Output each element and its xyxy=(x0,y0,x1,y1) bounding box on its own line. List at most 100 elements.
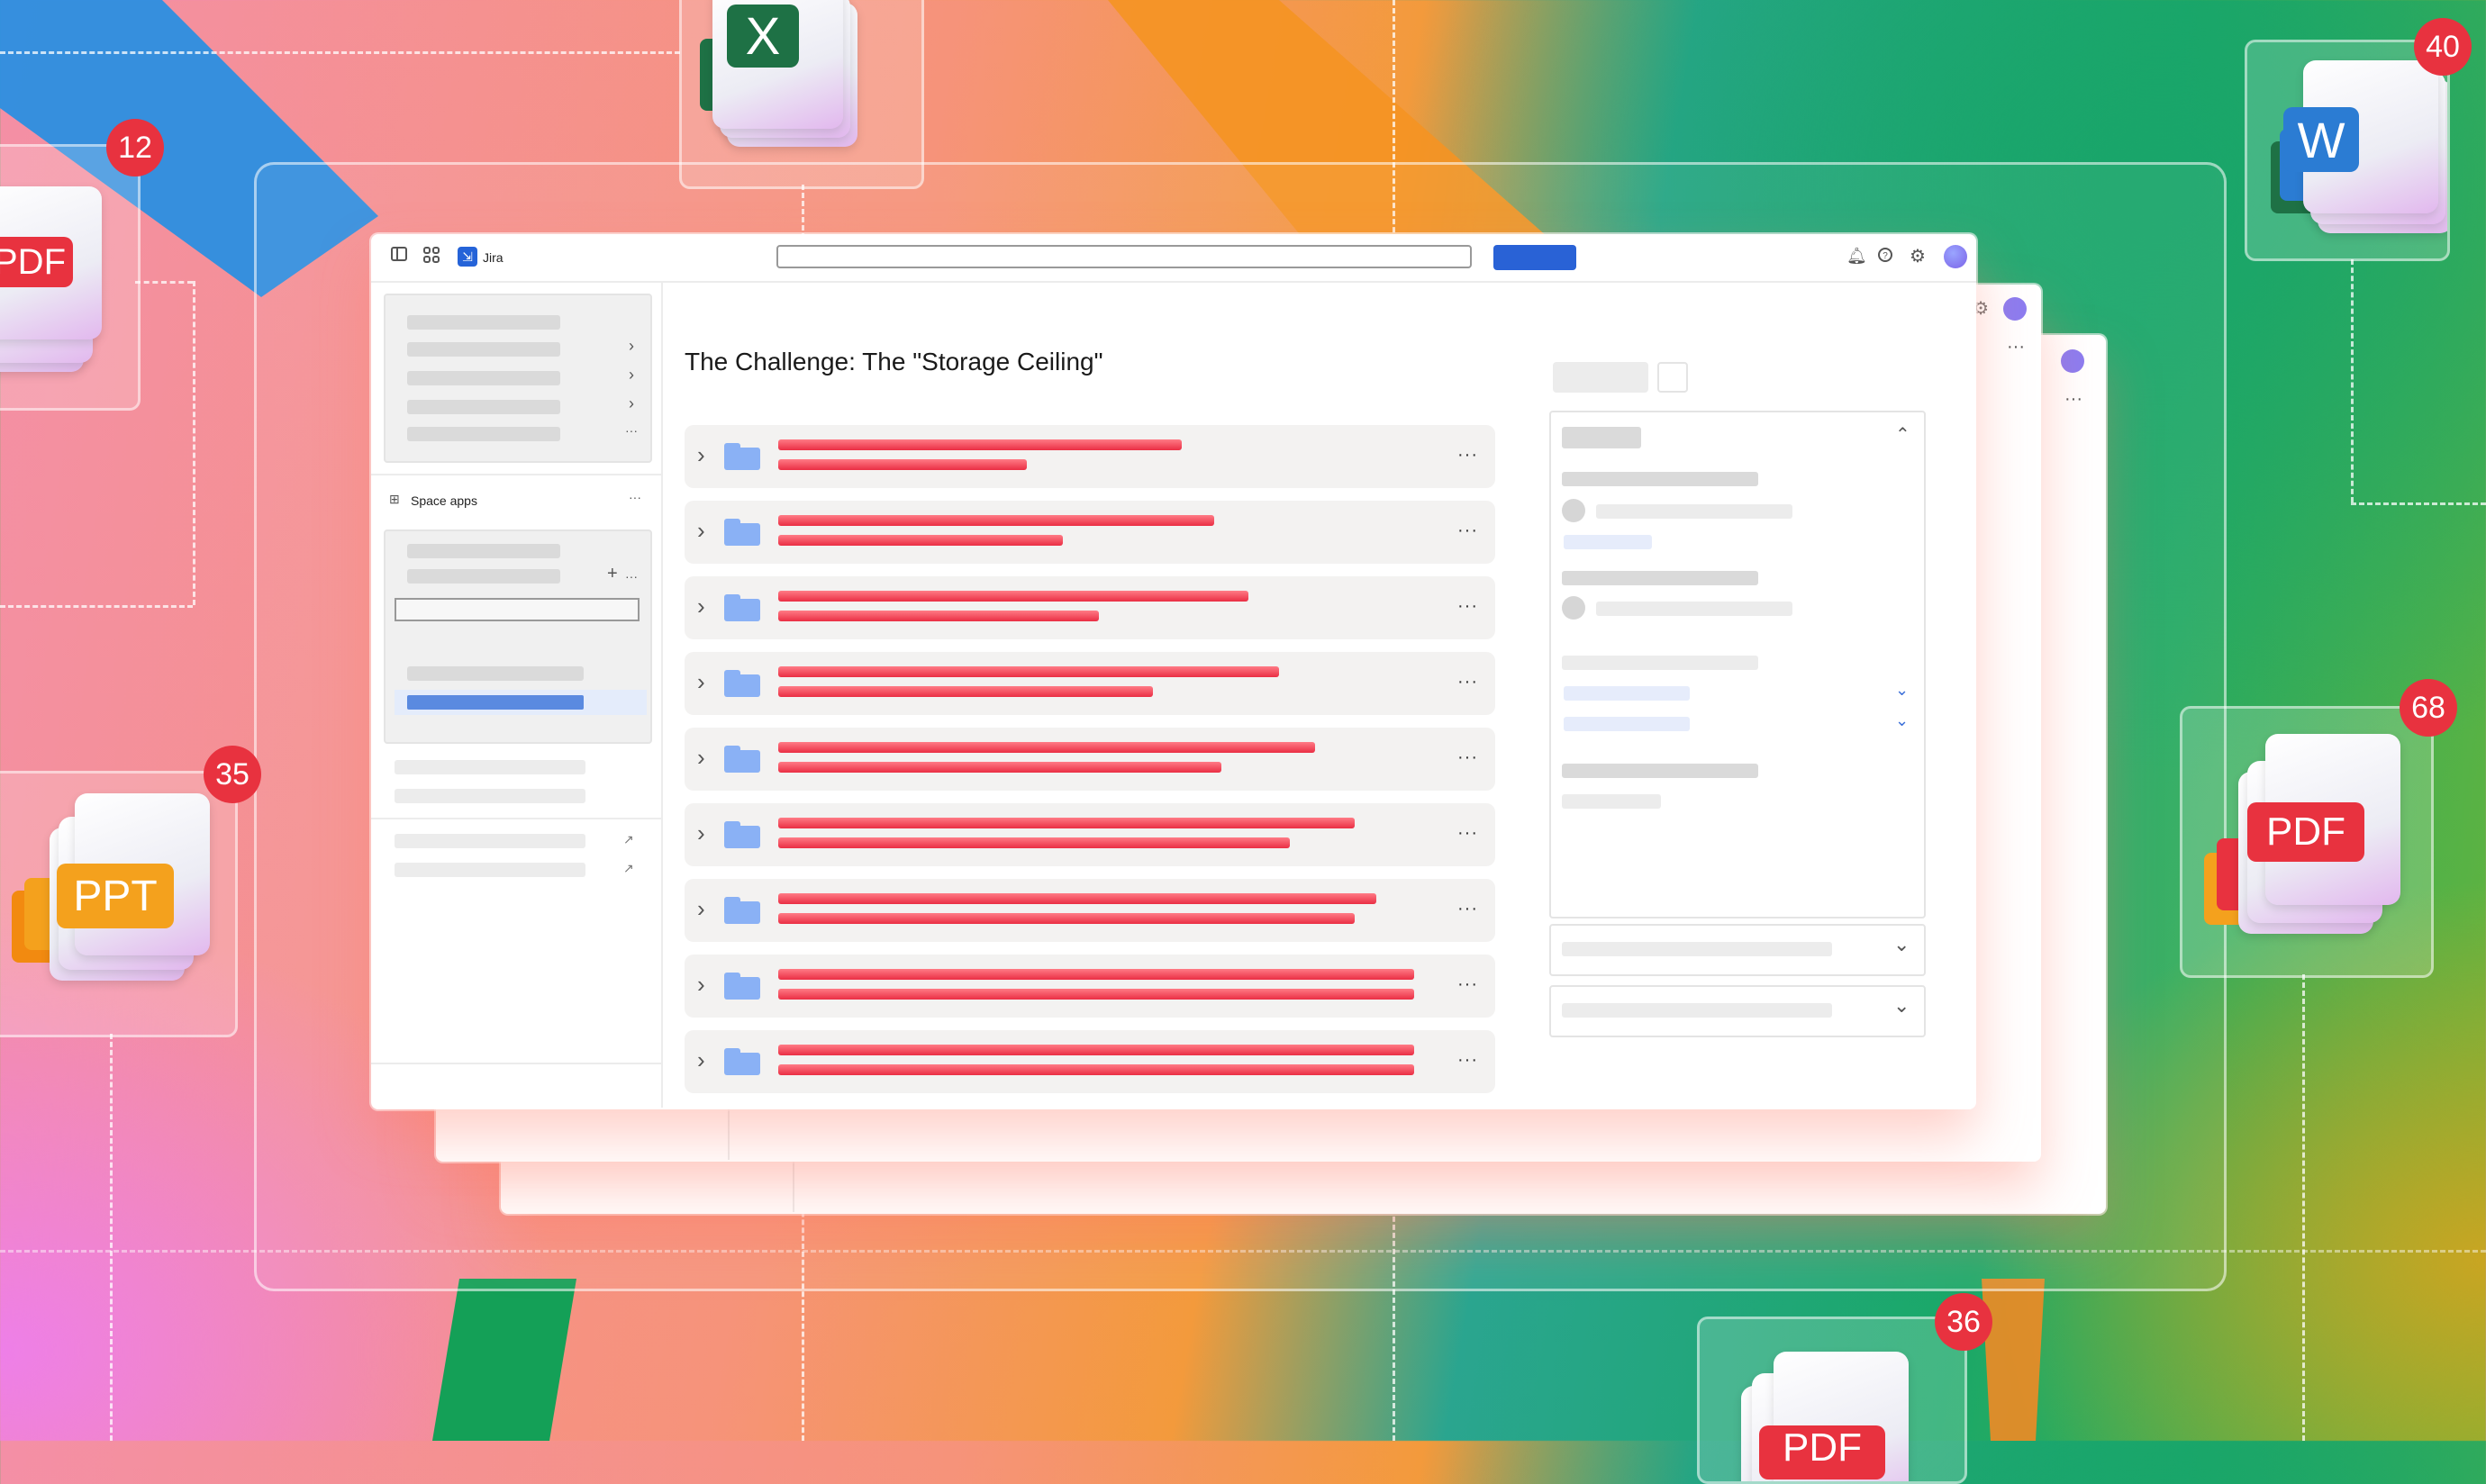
chevron-right-icon[interactable]: › xyxy=(697,668,705,696)
more-icon[interactable]: ··· xyxy=(629,490,641,504)
chevron-right-icon[interactable]: › xyxy=(697,895,705,923)
chevron-down-icon[interactable]: ⌄ xyxy=(1895,681,1909,700)
excel-file-tile: X xyxy=(679,0,924,189)
chevron-right-icon[interactable]: › xyxy=(697,441,705,469)
redacted-name xyxy=(778,515,1214,526)
external-link-icon[interactable]: ↗ xyxy=(623,861,634,876)
avatar[interactable] xyxy=(1944,245,1967,268)
connector-line xyxy=(2302,974,2305,1441)
avatar xyxy=(1562,596,1585,620)
search-input[interactable] xyxy=(776,245,1472,268)
help-icon[interactable]: ? xyxy=(1877,247,1893,267)
connector-line xyxy=(193,281,195,605)
chevron-right-icon[interactable]: › xyxy=(629,337,634,356)
folder-row[interactable]: › ··· xyxy=(685,576,1495,639)
more-icon[interactable]: ··· xyxy=(625,569,638,584)
folder-icon xyxy=(724,519,760,546)
app-name[interactable]: Jira xyxy=(483,250,504,265)
external-link-icon[interactable]: ↗ xyxy=(623,832,634,847)
more-icon[interactable]: ··· xyxy=(1457,446,1478,464)
add-icon[interactable]: + xyxy=(607,564,618,584)
redacted-detail xyxy=(778,989,1414,1000)
space-apps-header[interactable]: ⊞ Space apps ··· xyxy=(389,490,650,510)
folder-row[interactable]: › ··· xyxy=(685,652,1495,715)
details-panel: ⌃ ⌄ ⌄ xyxy=(1549,411,1926,918)
folder-row[interactable]: › ··· xyxy=(685,955,1495,1018)
svg-text:?: ? xyxy=(1883,251,1888,261)
more-icon[interactable]: ··· xyxy=(625,423,638,438)
word-icon: W xyxy=(2283,107,2359,172)
redacted-name xyxy=(778,969,1414,980)
jira-logo-icon[interactable]: ⇲ xyxy=(458,247,477,267)
panel-action-button[interactable] xyxy=(1657,362,1688,393)
avatar xyxy=(2003,297,2027,321)
redacted-name xyxy=(778,439,1182,450)
more-icon[interactable]: ··· xyxy=(1457,1051,1478,1069)
more-icon: ··· xyxy=(2064,389,2082,409)
chevron-down-icon[interactable]: ⌄ xyxy=(1893,933,1910,956)
folder-row[interactable]: › ··· xyxy=(685,803,1495,866)
folder-row[interactable]: › ··· xyxy=(685,1030,1495,1093)
avatar xyxy=(1562,499,1585,522)
folder-row[interactable]: › ··· xyxy=(685,728,1495,791)
more-icon[interactable]: ··· xyxy=(1457,597,1478,615)
redacted-detail xyxy=(778,459,1027,470)
redacted-name xyxy=(778,666,1279,677)
create-button[interactable] xyxy=(1493,245,1576,270)
more-icon[interactable]: ··· xyxy=(1457,900,1478,918)
chevron-right-icon[interactable]: › xyxy=(629,394,634,413)
collapsible-section[interactable]: ⌄ xyxy=(1549,985,1926,1037)
chevron-right-icon[interactable]: › xyxy=(697,819,705,847)
notification-badge: 35 xyxy=(204,746,261,803)
connector-line xyxy=(2351,259,2354,502)
sidebar-nav-card: › › › ··· xyxy=(384,294,652,463)
more-icon[interactable]: ··· xyxy=(1457,521,1478,539)
chevron-right-icon[interactable]: › xyxy=(697,593,705,620)
more-icon[interactable]: ··· xyxy=(1457,748,1478,766)
chevron-right-icon[interactable]: › xyxy=(697,744,705,772)
folder-icon xyxy=(724,746,760,773)
chevron-down-icon[interactable]: ⌄ xyxy=(1893,994,1910,1018)
chevron-right-icon[interactable]: › xyxy=(697,517,705,545)
sidebar-item-selected[interactable] xyxy=(395,690,647,715)
ppt-icon: PPT xyxy=(57,864,174,928)
chevron-up-icon[interactable]: ⌃ xyxy=(1895,423,1910,446)
redacted-name xyxy=(778,591,1248,602)
chevron-right-icon[interactable]: › xyxy=(629,366,634,385)
sidebar-toggle-icon[interactable] xyxy=(391,247,407,266)
folder-icon xyxy=(724,670,760,697)
sidebar: › › › ··· ⊞ Space apps ··· + ··· ↗ ↗ xyxy=(371,283,663,1108)
pdf-icon: PDF xyxy=(1759,1425,1885,1479)
chevron-right-icon[interactable]: › xyxy=(697,1046,705,1074)
redacted-detail xyxy=(778,913,1355,924)
sidebar-input[interactable] xyxy=(395,598,640,621)
folder-icon xyxy=(724,897,760,924)
chevron-right-icon[interactable]: › xyxy=(697,971,705,999)
avatar xyxy=(2061,349,2084,373)
settings-icon[interactable]: ⚙ xyxy=(1910,245,1926,267)
folder-row[interactable]: › ··· xyxy=(685,501,1495,564)
redacted-name xyxy=(778,1045,1414,1055)
section-label: Space apps xyxy=(411,493,477,508)
connector-line xyxy=(135,281,193,284)
apps-grid-icon[interactable] xyxy=(423,247,440,267)
more-icon[interactable]: ··· xyxy=(1457,824,1478,842)
redacted-detail xyxy=(778,837,1290,848)
redacted-detail xyxy=(778,611,1099,621)
folder-icon xyxy=(724,594,760,621)
collapsible-section[interactable]: ⌄ xyxy=(1549,924,1926,976)
more-icon: ··· xyxy=(2007,337,2025,357)
bell-icon[interactable]: 🔔︎ xyxy=(1846,247,1867,266)
folder-icon xyxy=(724,443,760,470)
redacted-name xyxy=(778,893,1376,904)
folder-icon xyxy=(724,1048,760,1075)
pdf-icon: PDF xyxy=(2247,802,2364,862)
chevron-down-icon[interactable]: ⌄ xyxy=(1895,711,1909,730)
folder-row[interactable]: › ··· xyxy=(685,425,1495,488)
more-icon[interactable]: ··· xyxy=(1457,673,1478,691)
more-icon[interactable]: ··· xyxy=(1457,975,1478,993)
folder-row[interactable]: › ··· xyxy=(685,879,1495,942)
notification-badge: 68 xyxy=(2400,679,2457,737)
excel-icon: X xyxy=(727,5,799,68)
folder-icon xyxy=(724,821,760,848)
